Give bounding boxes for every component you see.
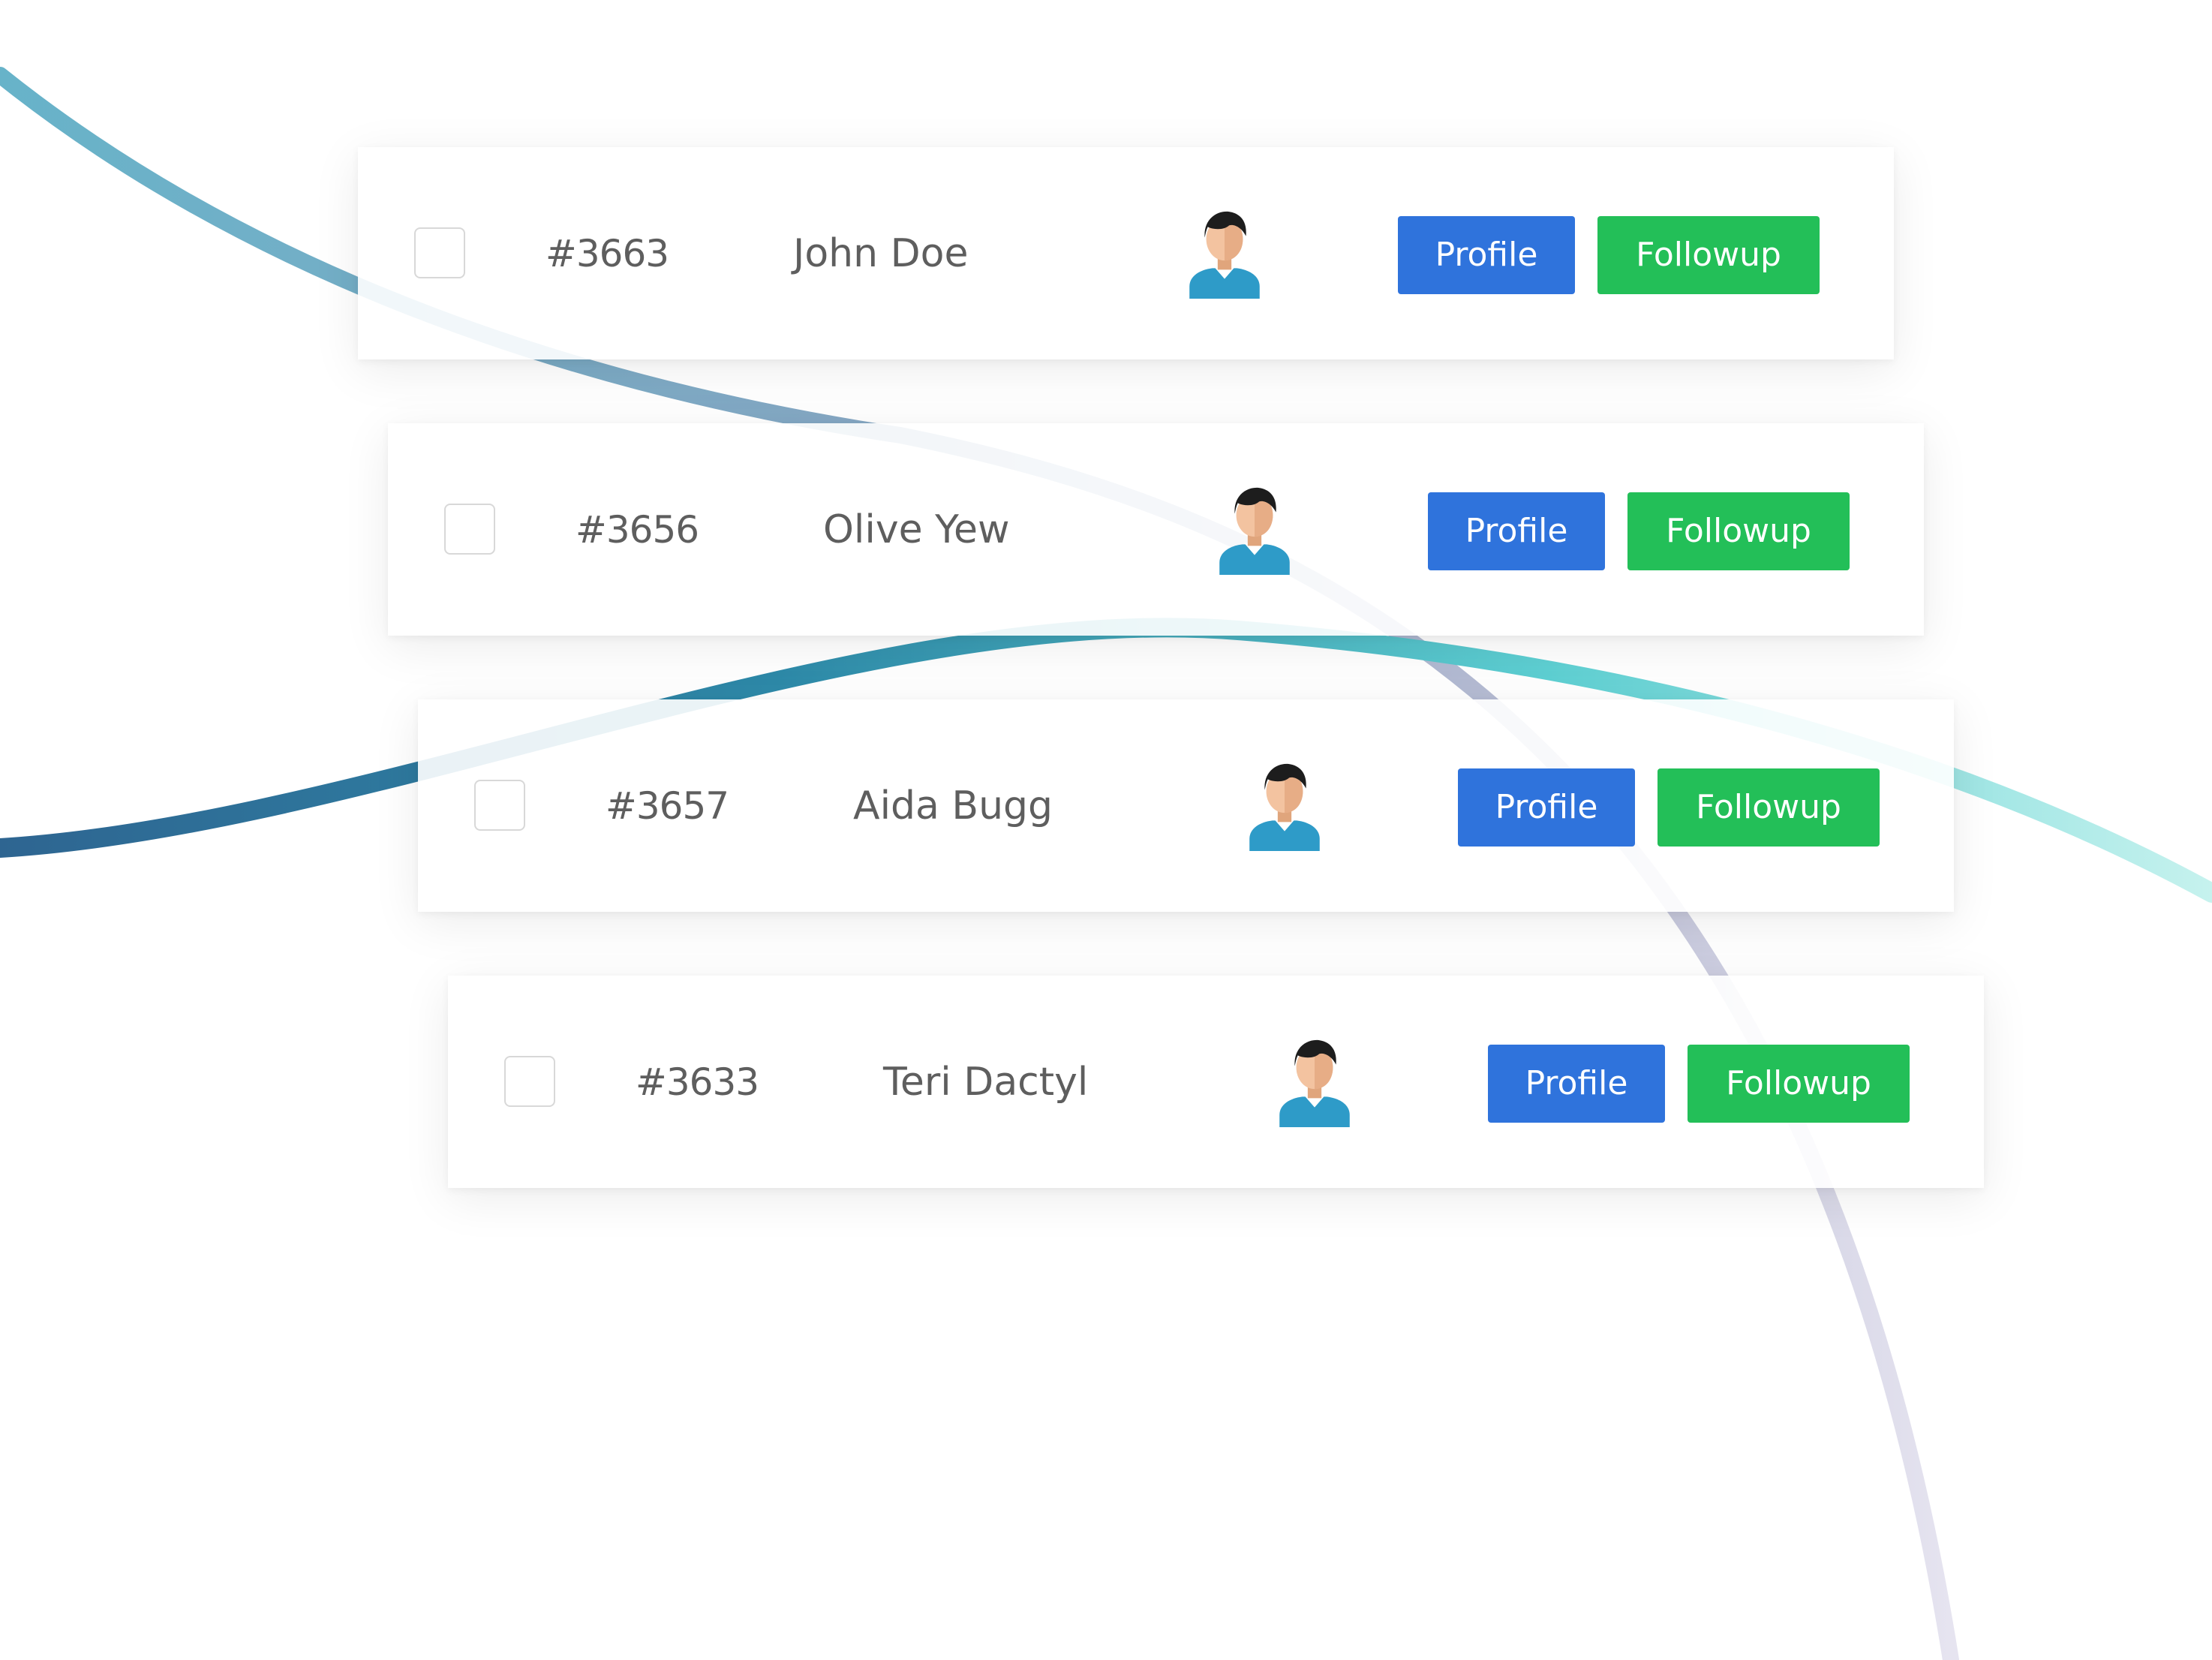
row-checkbox[interactable] [414, 227, 465, 278]
row-checkbox[interactable] [444, 504, 495, 555]
followup-button[interactable]: Followup [1688, 1045, 1910, 1123]
user-name: John Doe [793, 231, 969, 276]
user-avatar-icon [1219, 487, 1290, 575]
followup-button[interactable]: Followup [1627, 492, 1850, 570]
user-row: #3633 Teri Dactyl Profile Followup [448, 976, 1984, 1188]
followup-button[interactable]: Followup [1657, 768, 1880, 847]
user-name: Olive Yew [823, 507, 1010, 552]
profile-button[interactable]: Profile [1428, 492, 1605, 570]
user-id: #3656 [575, 508, 699, 552]
profile-button[interactable]: Profile [1488, 1045, 1665, 1123]
profile-button[interactable]: Profile [1458, 768, 1635, 847]
user-avatar-icon [1279, 1039, 1350, 1127]
user-row: #3656 Olive Yew Profile Followup [388, 423, 1924, 636]
user-row: #3657 Aida Bugg Profile Followup [418, 699, 1954, 912]
user-name: Teri Dactyl [883, 1060, 1089, 1105]
profile-button[interactable]: Profile [1398, 216, 1575, 294]
user-name: Aida Bugg [853, 783, 1053, 828]
user-id: #3657 [605, 784, 729, 828]
user-id: #3633 [635, 1060, 759, 1104]
user-row: #3663 John Doe Profile Followup [358, 147, 1894, 359]
followup-button[interactable]: Followup [1597, 216, 1820, 294]
row-checkbox[interactable] [474, 780, 525, 831]
user-avatar-icon [1249, 763, 1320, 851]
user-id: #3663 [545, 232, 669, 275]
row-checkbox[interactable] [504, 1056, 555, 1107]
user-avatar-icon [1189, 211, 1260, 299]
